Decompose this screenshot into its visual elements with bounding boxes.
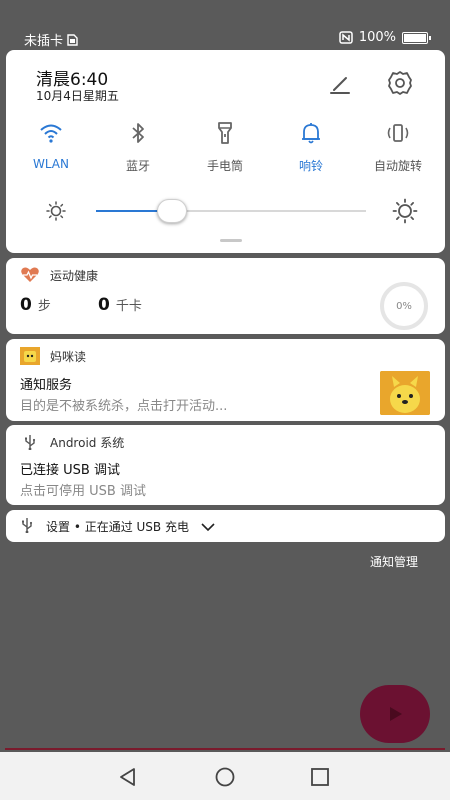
brightness-low-icon [46,201,66,221]
nfc-icon [339,31,353,44]
recents-icon[interactable] [309,766,331,788]
battery-percent: 100% [358,30,396,45]
app-name: Android 系统 [50,435,125,450]
brightness-knob[interactable] [156,199,187,223]
sim-icon [67,34,78,46]
notification-title: 已连接 USB 调试 [20,463,120,478]
edit-icon[interactable] [326,70,354,98]
tile-label: 蓝牙 [125,159,150,173]
back-icon[interactable] [117,766,139,788]
navigation-bar [0,752,450,800]
home-icon[interactable] [214,766,236,788]
notification-mimidu[interactable]: 妈咪读 通知服务 目的是不被系统杀，点击打开活动... [6,339,445,421]
play-button[interactable] [360,685,430,743]
play-icon [390,707,402,721]
quick-settings-panel: 清晨6:40 10月4日星期五 WLAN 蓝牙 手电筒 响铃 自动旋转 [6,50,445,253]
brightness-slider[interactable] [96,199,366,223]
chevron-down-icon[interactable] [201,522,215,532]
flashlight-icon [218,122,232,144]
steps-stat: 0 步 [20,295,51,315]
brightness-control [44,198,418,224]
background-divider [5,748,445,750]
app-name: 运动健康 [50,268,99,283]
bell-icon [302,123,320,144]
usb-icon [20,517,34,536]
carrier-label: 未插卡 [24,30,78,49]
brightness-high-icon [392,198,418,224]
mimidu-app-icon [20,347,40,365]
tile-wlan[interactable]: WLAN [11,120,91,171]
tile-label: WLAN [32,157,69,171]
tile-label: 手电筒 [206,159,243,173]
usb-icon [20,433,40,451]
panel-drag-handle[interactable] [220,239,242,242]
notification-text: 目的是不被系统杀，点击打开活动... [20,399,228,414]
bluetooth-icon [132,123,144,143]
gear-icon[interactable] [386,69,414,97]
notification-text: 设置 • 正在通过 USB 充电 [46,520,189,534]
status-bar: 未插卡 100% [0,0,450,49]
battery-icon [402,31,431,44]
app-name: 妈咪读 [50,349,87,364]
auto-rotate-icon [387,124,409,142]
notification-text: 点击可停用 USB 调试 [20,484,146,499]
calories-stat: 0 千卡 [98,295,142,315]
clock-date: 10月4日星期五 [36,89,119,103]
progress-ring: 0% [380,282,428,330]
tile-bluetooth[interactable]: 蓝牙 [98,120,178,174]
wifi-icon [40,124,62,143]
notification-health[interactable]: 运动健康 0 步 0 千卡 0% [6,258,445,334]
notification-manage-link[interactable]: 通知管理 [370,553,418,570]
tile-flashlight[interactable]: 手电筒 [185,120,265,174]
notification-title: 通知服务 [20,378,73,393]
dog-thumbnail [380,371,430,415]
tile-ring[interactable]: 响铃 [271,120,351,174]
tile-auto-rotate[interactable]: 自动旋转 [358,120,438,174]
notification-usb-charging[interactable]: 设置 • 正在通过 USB 充电 [6,510,445,542]
notification-android[interactable]: Android 系统 已连接 USB 调试 点击可停用 USB 调试 [6,425,445,505]
tile-label: 自动旋转 [373,159,422,173]
heart-pulse-icon [20,266,40,284]
tile-label: 响铃 [298,159,323,173]
